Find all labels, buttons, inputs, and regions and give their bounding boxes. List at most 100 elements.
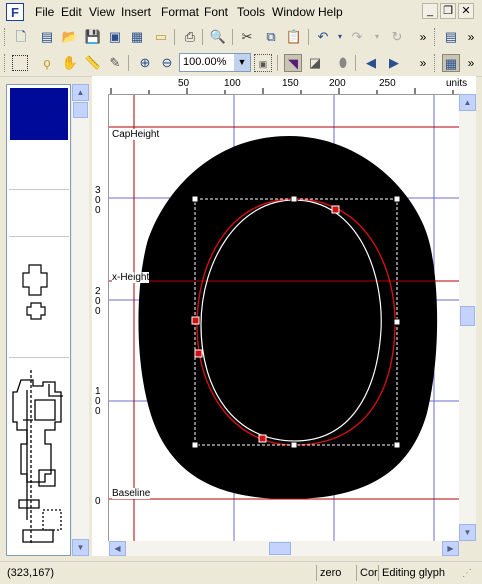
copy-icon[interactable]: ⧉ <box>262 28 280 46</box>
ruler-tick-label: 250 <box>379 78 396 89</box>
glyph-list[interactable] <box>6 84 71 556</box>
separator <box>174 29 175 45</box>
save-as-icon[interactable]: ▣ <box>106 28 124 46</box>
menu-font[interactable]: Font <box>204 5 228 19</box>
shape-tool-icon[interactable]: ⬮ <box>334 54 352 72</box>
open-folder-icon[interactable]: 📂 <box>61 28 79 46</box>
redo-dropdown-icon[interactable]: ▾ <box>368 28 386 46</box>
repeat-icon[interactable]: ↻ <box>388 28 406 46</box>
glyph-editor[interactable]: 50 100 150 200 250 units 3 0 0 2 0 0 1 0… <box>92 76 476 556</box>
fit-glyph-icon[interactable]: ▣ <box>254 54 272 72</box>
guide-label-capheight: CapHeight <box>112 129 160 140</box>
guide-label-xheight: x-Height <box>112 272 150 283</box>
save-icon[interactable]: 💾 <box>84 28 102 46</box>
properties-icon[interactable]: ▭ <box>152 28 170 46</box>
scroll-corner <box>459 541 476 556</box>
toolbar-overflow-icon[interactable]: » <box>462 54 480 72</box>
rect-select-icon[interactable] <box>12 55 28 71</box>
zoom-select[interactable]: 100.00% ▼ <box>179 53 251 72</box>
menu-help[interactable]: Help <box>318 5 343 19</box>
horizontal-ruler: 50 100 150 200 250 units <box>92 76 476 95</box>
menu-format[interactable]: Format <box>161 5 199 19</box>
nodes-tool-icon[interactable]: ◪ <box>306 54 324 72</box>
separator <box>232 29 233 45</box>
zoom-out-icon[interactable]: ⊖ <box>158 54 176 72</box>
menu-file[interactable]: File <box>35 5 54 19</box>
minimize-icon[interactable]: _ <box>422 3 438 19</box>
glyph-canvas-svg <box>109 95 459 541</box>
app-icon[interactable]: F <box>6 3 24 21</box>
glyph-list-scrollbar[interactable]: ▲ ▼ <box>72 84 89 556</box>
scroll-right-icon[interactable]: ▶ <box>442 541 459 556</box>
menu-window[interactable]: Window <box>272 5 315 19</box>
glyph-cell[interactable] <box>9 143 69 190</box>
scroll-up-icon[interactable]: ▲ <box>459 94 476 111</box>
knife-icon[interactable]: ✎ <box>106 54 124 72</box>
scroll-left-icon[interactable]: ◀ <box>109 541 126 556</box>
status-bar: (323,167) zero Cor Editing glyph ⋰ <box>0 561 482 584</box>
ruler-tick-label: 200 <box>329 78 346 89</box>
scroll-down-icon[interactable]: ▼ <box>459 524 476 541</box>
previous-glyph-icon[interactable]: ◀ <box>362 54 380 72</box>
new-icon[interactable]: 🗋 <box>12 28 30 46</box>
paste-icon[interactable]: 📋 <box>285 28 303 46</box>
toolbar-overflow-icon[interactable]: » <box>414 54 432 72</box>
scroll-down-icon[interactable]: ▼ <box>72 539 89 556</box>
separator <box>202 29 203 45</box>
grid-icon[interactable]: ▦ <box>442 54 460 72</box>
ruler-tick-label: 0 <box>95 496 101 507</box>
toolbar-grip[interactable] <box>4 54 8 72</box>
scroll-up-icon[interactable]: ▲ <box>72 84 89 101</box>
save-all-icon[interactable]: ▦ <box>128 28 146 46</box>
toolbar-overflow-icon[interactable]: » <box>414 28 432 46</box>
undo-dropdown-icon[interactable]: ▾ <box>331 28 349 46</box>
editor-horizontal-scrollbar[interactable]: ◀ ▶ <box>109 541 459 556</box>
chevron-down-icon[interactable]: ▼ <box>234 54 250 71</box>
menu-edit[interactable]: Edit <box>61 5 82 19</box>
measure-icon[interactable]: 📏 <box>84 54 102 72</box>
contour-tool-icon[interactable]: ◥ <box>284 54 302 72</box>
menu-tools[interactable]: Tools <box>237 5 265 19</box>
print-icon[interactable]: ⎙ <box>181 28 199 46</box>
toolbar-grip[interactable] <box>434 28 438 46</box>
open-font-icon[interactable]: ▤ <box>38 28 56 46</box>
glyph-cell[interactable] <box>9 237 69 358</box>
scroll-thumb[interactable] <box>73 102 88 118</box>
toolbar-grip[interactable] <box>4 28 8 46</box>
close-icon[interactable]: ✕ <box>458 3 474 19</box>
glyph-properties-icon[interactable]: ▤ <box>442 28 460 46</box>
resize-grip-icon[interactable]: ⋰ <box>462 568 476 582</box>
glyph-cell[interactable] <box>9 190 69 237</box>
toolbar-overflow-icon[interactable]: » <box>462 28 480 46</box>
toolbar-grip[interactable] <box>434 54 438 72</box>
redo-icon[interactable]: ↷ <box>348 28 366 46</box>
standard-toolbar: 🗋 ▤ 📂 💾 ▣ ▦ ▭ ⎙ 🔍 ✂ ⧉ 📋 ↶ ▾ ↷ ▾ ↻ » ▤ » <box>0 24 482 51</box>
vertical-ruler: 3 0 0 2 0 0 1 0 0 0 <box>92 94 109 541</box>
editor-vertical-scrollbar[interactable]: ▲ ▼ <box>459 94 476 541</box>
scroll-thumb[interactable] <box>460 306 475 326</box>
next-glyph-icon[interactable]: ▶ <box>385 54 403 72</box>
find-icon[interactable]: 🔍 <box>209 28 227 46</box>
glyph-cell-selected[interactable] <box>10 88 68 140</box>
separator <box>355 55 356 71</box>
menu-view[interactable]: View <box>89 5 115 19</box>
ruler-tick-label: 1 0 0 <box>95 386 101 417</box>
glyph-preview <box>22 264 48 320</box>
lasso-icon[interactable]: ϙ <box>38 54 56 72</box>
zoom-in-icon[interactable]: ⊕ <box>136 54 154 72</box>
undo-icon[interactable]: ↶ <box>314 28 332 46</box>
separator <box>277 55 278 71</box>
restore-icon[interactable]: ❐ <box>440 3 456 19</box>
glyph-preview <box>12 370 63 545</box>
guide-label-baseline: Baseline <box>112 488 151 499</box>
ruler-tick-label: 100 <box>224 78 241 89</box>
menu-insert[interactable]: Insert <box>121 5 151 19</box>
glyph-cell[interactable] <box>9 360 69 555</box>
cut-icon[interactable]: ✂ <box>238 28 256 46</box>
hand-icon[interactable]: ✋ <box>61 54 79 72</box>
ruler-tick-label: 150 <box>282 78 299 89</box>
edit-canvas[interactable]: CapHeight x-Height Baseline <box>109 95 459 541</box>
glyph-name: zero <box>316 565 356 581</box>
scroll-thumb[interactable] <box>269 542 291 555</box>
tools-toolbar: ϙ ✋ 📏 ✎ ⊕ ⊖ 100.00% ▼ ▣ ◥ ◪ ⬮ ◀ ▶ » ▦ » <box>0 50 482 77</box>
